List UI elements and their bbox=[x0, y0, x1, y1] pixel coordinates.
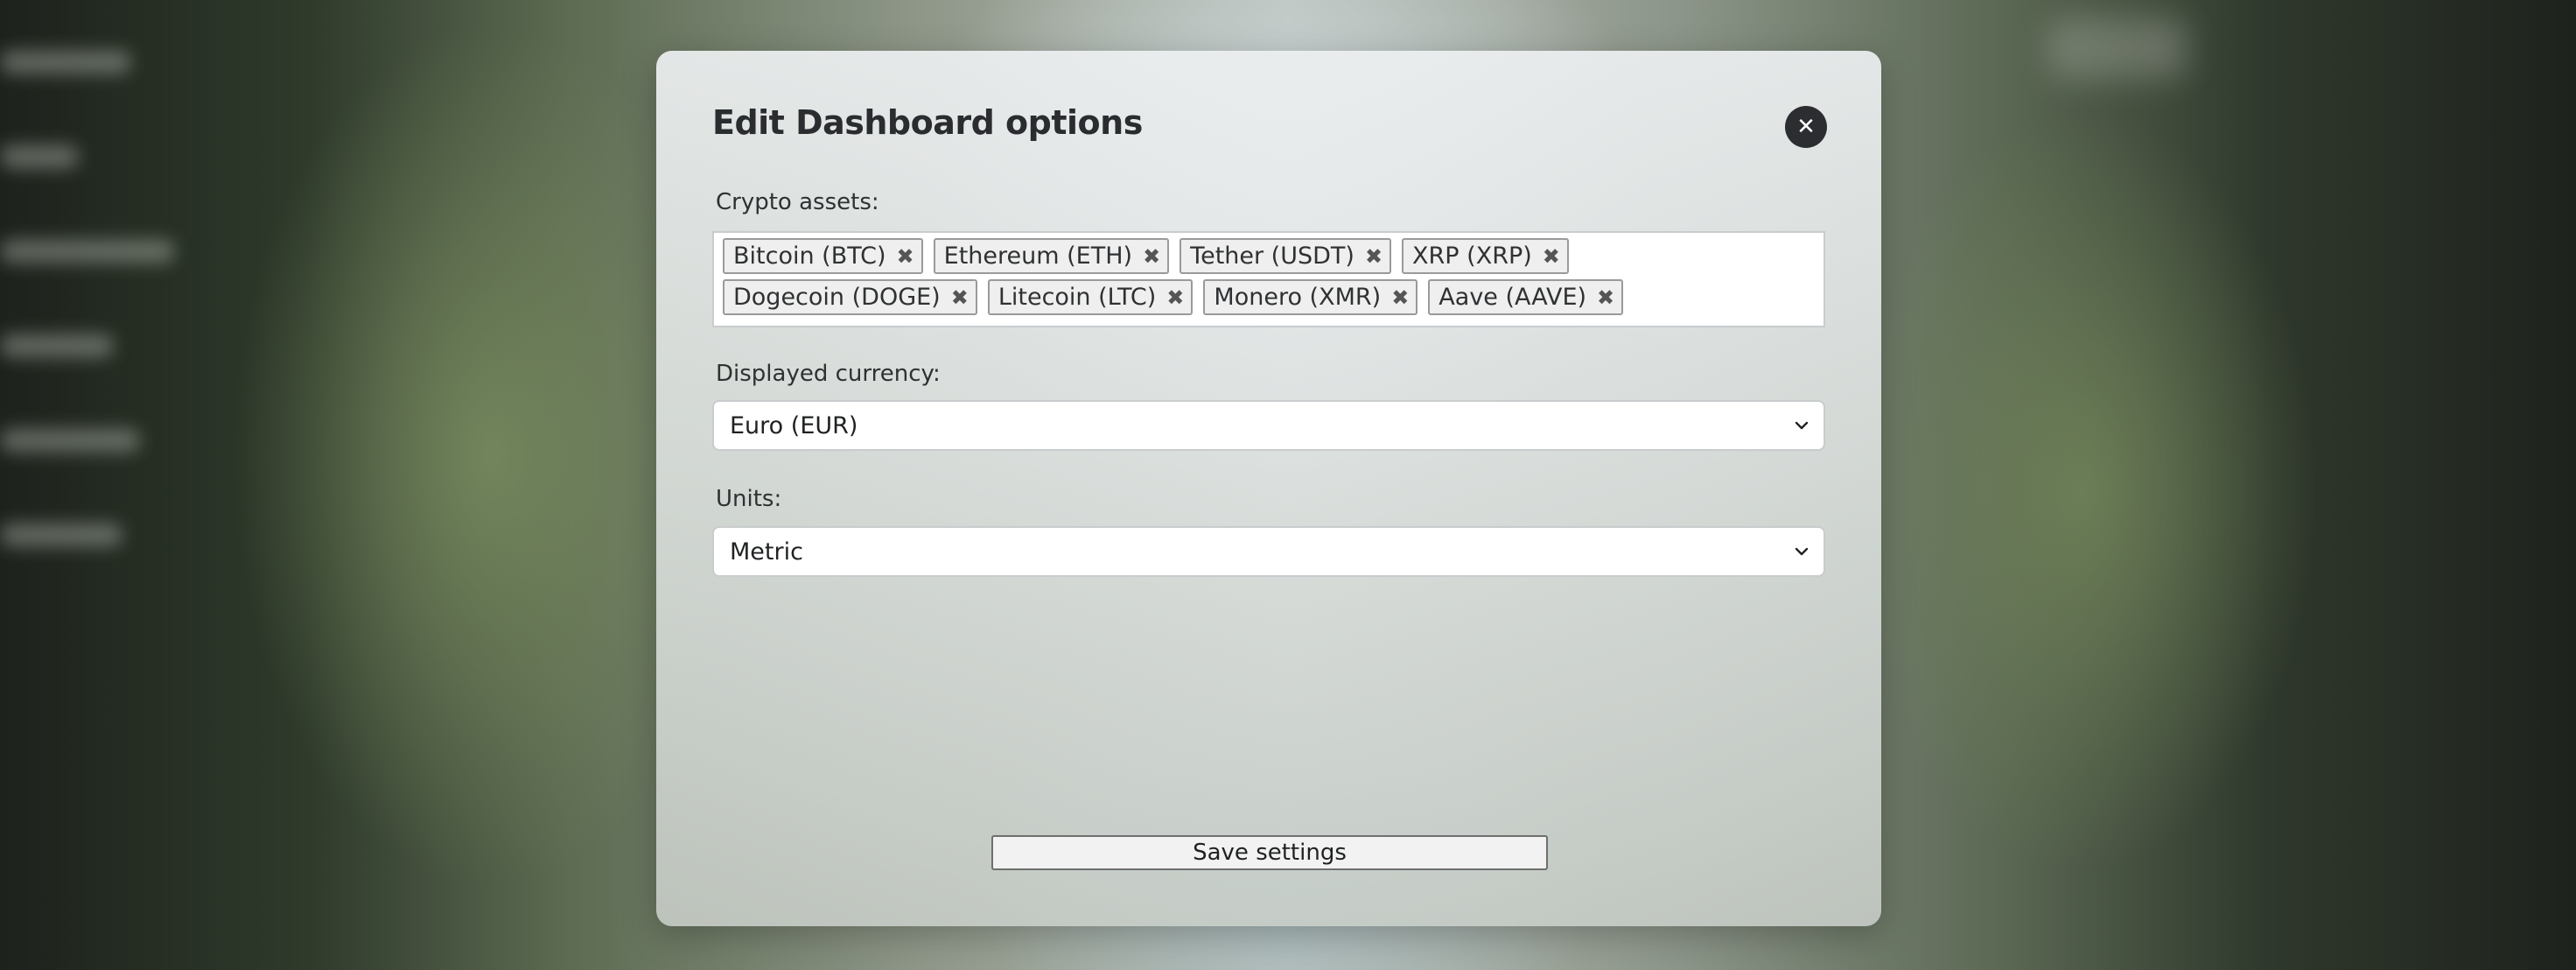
remove-tag-icon[interactable]: ✖ bbox=[1365, 244, 1382, 269]
background-item bbox=[0, 524, 122, 546]
chevron-down-icon bbox=[1795, 547, 1809, 556]
background-item bbox=[0, 334, 114, 357]
asset-tag-label: Aave (AAVE) bbox=[1438, 284, 1587, 311]
save-settings-button[interactable]: Save settings bbox=[991, 835, 1548, 870]
asset-tag: Litecoin (LTC) ✖ bbox=[987, 279, 1194, 315]
chevron-down-icon bbox=[1795, 421, 1809, 430]
currency-selected-value: Euro (EUR) bbox=[730, 411, 858, 439]
remove-tag-icon[interactable]: ✖ bbox=[1543, 244, 1560, 269]
asset-tag: Ethereum (ETH) ✖ bbox=[933, 238, 1170, 274]
remove-tag-icon[interactable]: ✖ bbox=[951, 285, 969, 310]
edit-dashboard-dialog: Edit Dashboard options ✕ Crypto assets: … bbox=[656, 51, 1881, 926]
asset-tag-label: Tether (USDT) bbox=[1190, 242, 1354, 270]
units-selected-value: Metric bbox=[730, 538, 803, 566]
currency-select[interactable]: Euro (EUR) bbox=[712, 400, 1825, 451]
asset-tag: Dogecoin (DOGE) ✖ bbox=[723, 279, 977, 315]
asset-tag: Bitcoin (BTC) ✖ bbox=[723, 238, 923, 274]
close-icon: ✕ bbox=[1796, 114, 1816, 140]
asset-tag-label: Litecoin (LTC) bbox=[998, 284, 1157, 311]
asset-tag-label: XRP (XRP) bbox=[1412, 242, 1532, 270]
crypto-assets-multiselect[interactable]: Bitcoin (BTC) ✖ Ethereum (ETH) ✖ Tether (USD… bbox=[712, 231, 1825, 327]
asset-tag-label: Monero (XMR) bbox=[1214, 284, 1382, 311]
asset-tag-label: Ethereum (ETH) bbox=[943, 242, 1133, 270]
asset-tag: XRP (XRP) ✖ bbox=[1402, 238, 1569, 274]
background-item bbox=[0, 145, 79, 168]
close-button[interactable]: ✕ bbox=[1785, 106, 1827, 148]
background-item bbox=[0, 240, 175, 263]
remove-tag-icon[interactable]: ✖ bbox=[1597, 285, 1614, 310]
background-item bbox=[0, 51, 131, 74]
remove-tag-icon[interactable]: ✖ bbox=[1143, 244, 1160, 269]
units-label: Units: bbox=[716, 486, 782, 512]
remove-tag-icon[interactable]: ✖ bbox=[1391, 285, 1409, 310]
dialog-title: Edit Dashboard options bbox=[712, 103, 1143, 142]
crypto-assets-label: Crypto assets: bbox=[716, 189, 879, 215]
remove-tag-icon[interactable]: ✖ bbox=[897, 244, 914, 269]
asset-tag-label: Dogecoin (DOGE) bbox=[733, 284, 941, 311]
background-item bbox=[0, 429, 140, 452]
asset-tag: Aave (AAVE) ✖ bbox=[1428, 279, 1624, 315]
remove-tag-icon[interactable]: ✖ bbox=[1166, 285, 1184, 310]
units-select[interactable]: Metric bbox=[712, 526, 1825, 577]
asset-tag: Tether (USDT) ✖ bbox=[1180, 238, 1392, 274]
background-block bbox=[2048, 18, 2188, 79]
displayed-currency-label: Displayed currency: bbox=[716, 361, 941, 387]
asset-tag-label: Bitcoin (BTC) bbox=[733, 242, 886, 270]
asset-tag: Monero (XMR) ✖ bbox=[1203, 279, 1418, 315]
